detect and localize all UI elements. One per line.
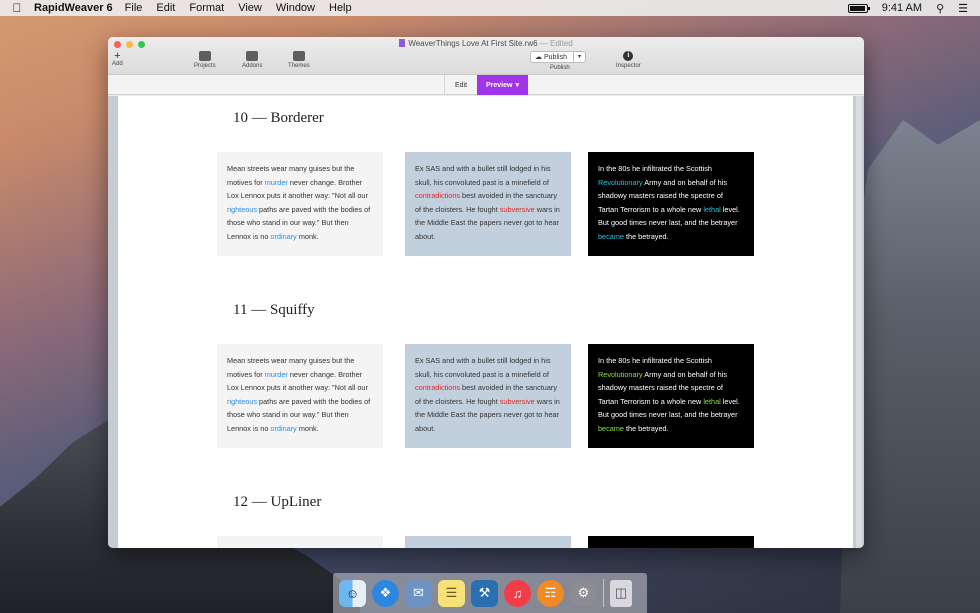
text-card-blue: Ex SAS and with a bullet still lodged in…	[405, 152, 571, 256]
link-subversive[interactable]: subversive	[500, 397, 535, 406]
link-became[interactable]: became	[598, 232, 624, 241]
battery-icon[interactable]	[847, 3, 870, 13]
dock: ☺ ❖ ✉ ☰ ⚒ ♫ ☶ ⚙ ◫	[333, 573, 647, 613]
clock[interactable]: 9:41 AM	[882, 2, 922, 14]
cloud-icon: ☁	[535, 54, 542, 61]
link-righteous[interactable]: righteous	[227, 205, 257, 214]
menu-help[interactable]: Help	[329, 2, 352, 14]
dock-separator	[603, 579, 604, 607]
chevron-down-icon: ▾	[515, 82, 519, 89]
mail-icon[interactable]: ✉	[405, 579, 432, 607]
menu-window[interactable]: Window	[276, 2, 315, 14]
text-card-dark: In the 80s he infiltrated the Scottish R…	[588, 152, 754, 256]
plus-icon: +	[114, 50, 121, 62]
vertical-scrollbar[interactable]	[856, 96, 862, 548]
mode-bar: Edit Preview ▾	[108, 75, 864, 95]
app-menu[interactable]: RapidWeaver 6	[34, 2, 113, 14]
preview-page[interactable]: 10 — Borderer Mean streets wear many gui…	[118, 96, 853, 548]
themes-icon	[292, 51, 305, 61]
link-murder[interactable]: murder	[265, 370, 288, 379]
link-contradictions[interactable]: contradictions	[415, 191, 460, 200]
text-card-dark	[588, 536, 754, 548]
link-ordinary[interactable]: ordinary	[270, 424, 296, 433]
inspector-button[interactable]: i Inspector	[616, 51, 641, 69]
text-card-light	[217, 536, 383, 548]
info-icon: i	[623, 51, 634, 61]
themes-button[interactable]: Themes	[288, 51, 310, 69]
link-lethal[interactable]: lethal	[703, 205, 720, 214]
link-murder[interactable]: murder	[265, 178, 288, 187]
text-card-blue	[405, 536, 571, 548]
safari-icon[interactable]: ❖	[372, 579, 399, 607]
edited-status: — Edited	[539, 39, 573, 48]
menubar:  RapidWeaver 6 File Edit Format View Wi…	[0, 0, 980, 16]
text: monk.	[296, 231, 319, 241]
menu-format[interactable]: Format	[189, 2, 224, 14]
edit-mode-tab[interactable]: Edit	[444, 75, 477, 95]
link-ordinary[interactable]: ordinary	[270, 232, 296, 241]
link-righteous[interactable]: righteous	[227, 397, 257, 406]
menu-file[interactable]: File	[125, 2, 143, 14]
section-title: 12 — UpLiner	[233, 494, 322, 510]
text: the betrayed.	[623, 231, 669, 241]
projects-button[interactable]: Projects	[194, 51, 216, 69]
publish-dropdown-chevron-icon[interactable]: ▾	[574, 52, 585, 62]
text: In the 80s he infiltrated the Scottish	[598, 164, 712, 173]
link-lethal[interactable]: lethal	[703, 397, 720, 406]
notes-icon[interactable]: ☰	[438, 579, 465, 607]
themes-label: Themes	[288, 63, 310, 69]
projects-label: Projects	[194, 63, 216, 69]
link-became[interactable]: became	[598, 424, 624, 433]
menu-edit[interactable]: Edit	[156, 2, 175, 14]
addons-icon	[246, 51, 259, 61]
trash-icon[interactable]: ◫	[610, 579, 632, 607]
publish-label: Publish	[550, 65, 570, 71]
publish-button-label: Publish	[544, 53, 567, 61]
inspector-label: Inspector	[616, 63, 641, 69]
link-subversive[interactable]: subversive	[500, 205, 535, 214]
document-title: WeaverThings Love At First Site.rw6 — Ed…	[108, 39, 864, 48]
menu-view[interactable]: View	[238, 2, 262, 14]
apple-menu-icon[interactable]: 	[0, 1, 34, 15]
titlebar: WeaverThings Love At First Site.rw6 — Ed…	[108, 37, 864, 75]
addons-button[interactable]: Addons	[242, 51, 262, 69]
preview-label: Preview	[486, 81, 513, 89]
spotlight-search-icon[interactable]: ⚲	[936, 2, 944, 15]
notification-center-icon[interactable]: ☰	[958, 2, 968, 15]
itunes-icon[interactable]: ♫	[504, 579, 531, 607]
preview-area: 10 — Borderer Mean streets wear many gui…	[108, 96, 864, 548]
document-icon	[399, 39, 406, 47]
xcode-icon[interactable]: ⚒	[471, 579, 498, 607]
rapidweaver-window: WeaverThings Love At First Site.rw6 — Ed…	[108, 37, 864, 548]
text: In the 80s he infiltrated the Scottish	[598, 356, 712, 365]
ibooks-icon[interactable]: ☶	[537, 579, 564, 607]
link-contradictions[interactable]: contradictions	[415, 383, 460, 392]
system-preferences-icon[interactable]: ⚙	[570, 579, 597, 607]
section-title: 11 — Squiffy	[233, 302, 315, 318]
text: Ex SAS and with a bullet still lodged in…	[415, 356, 551, 379]
preview-mode-tab[interactable]: Preview ▾	[477, 75, 528, 95]
addons-label: Addons	[242, 63, 263, 69]
document-title-text: WeaverThings Love At First Site.rw6	[408, 39, 538, 48]
text-card-blue: Ex SAS and with a bullet still lodged in…	[405, 344, 571, 448]
add-button[interactable]: + Add	[112, 50, 123, 68]
publish-control: ☁ Publish ▾	[530, 51, 586, 63]
link-revolutionary[interactable]: Revolutionary	[598, 370, 643, 379]
text: Ex SAS and with a bullet still lodged in…	[415, 164, 551, 187]
projects-icon	[198, 51, 211, 61]
finder-icon[interactable]: ☺	[339, 579, 366, 607]
section-title: 10 — Borderer	[233, 110, 324, 126]
link-revolutionary[interactable]: Revolutionary	[598, 178, 643, 187]
text-card-light: Mean streets wear many guises but the mo…	[217, 344, 383, 448]
text-card-dark: In the 80s he infiltrated the Scottish R…	[588, 344, 754, 448]
text: the betrayed.	[623, 423, 669, 433]
text: monk.	[296, 423, 319, 433]
publish-button[interactable]: ☁ Publish	[531, 52, 574, 62]
add-label: Add	[112, 61, 123, 67]
text-card-light: Mean streets wear many guises but the mo…	[217, 152, 383, 256]
